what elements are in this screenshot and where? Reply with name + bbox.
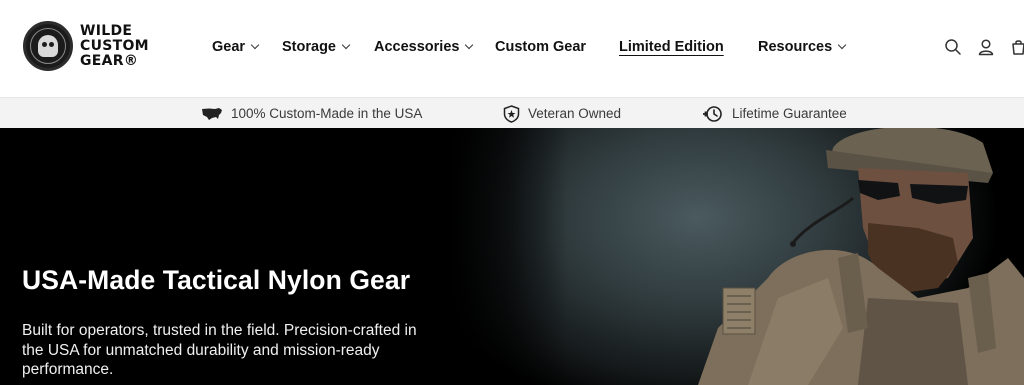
hero-banner: USA-Made Tactical Nylon Gear Built for o… xyxy=(0,128,1024,385)
chevron-down-icon xyxy=(837,40,847,50)
brand-name-line: CUSTOM xyxy=(80,37,149,54)
nav-item-accessories[interactable]: Accessories xyxy=(374,36,474,58)
nav-item-gear[interactable]: Gear xyxy=(212,36,260,58)
usp-item-guarantee: Lifetime Guarantee xyxy=(702,104,847,123)
nav-item-label: Storage xyxy=(282,39,336,55)
usp-bar: 100% Custom-Made in the USA Veteran Owne… xyxy=(0,97,1024,128)
lifetime-clock-icon xyxy=(703,105,722,122)
brand-name: WILDE CUSTOM GEAR® xyxy=(80,22,149,69)
star-shield-icon xyxy=(503,104,520,123)
nav-item-label: Resources xyxy=(758,39,833,55)
chevron-down-icon xyxy=(341,40,351,50)
nav-item-label: Accessories xyxy=(374,39,460,55)
hero-subtitle: Built for operators, trusted in the fiel… xyxy=(22,322,417,378)
soldier-in-tactical-gear-photo xyxy=(448,128,1024,385)
usp-item-usa: 100% Custom-Made in the USA xyxy=(201,104,422,123)
skull-badge-icon xyxy=(23,21,73,71)
site-header: WILDE CUSTOM GEAR® Gear Storage Accessor… xyxy=(0,0,1024,97)
brand-name-line: WILDE xyxy=(80,22,133,39)
hero-title: USA-Made Tactical Nylon Gear xyxy=(22,265,411,295)
usp-text: Veteran Owned xyxy=(528,106,622,121)
cart-icon[interactable] xyxy=(1010,38,1024,56)
chevron-down-icon xyxy=(250,40,260,50)
account-icon[interactable] xyxy=(977,38,995,56)
usp-item-veteran: Veteran Owned xyxy=(503,104,621,123)
nav-item-label: Custom Gear xyxy=(495,39,587,55)
nav-item-limited-edition[interactable]: Limited Edition xyxy=(619,36,724,58)
nav-item-custom-gear[interactable]: Custom Gear xyxy=(495,36,586,58)
brand-logo[interactable]: WILDE CUSTOM GEAR® xyxy=(23,21,149,71)
usa-map-icon xyxy=(202,107,222,120)
chevron-down-icon xyxy=(465,40,474,50)
usp-text: 100% Custom-Made in the USA xyxy=(231,106,423,121)
nav-item-label: Gear xyxy=(212,39,246,55)
search-icon[interactable] xyxy=(944,38,962,56)
brand-name-line: GEAR® xyxy=(80,52,139,69)
usp-text: Lifetime Guarantee xyxy=(732,106,847,121)
nav-item-resources[interactable]: Resources xyxy=(758,36,847,58)
nav-item-storage[interactable]: Storage xyxy=(282,36,351,58)
nav-item-label: Limited Edition xyxy=(619,39,724,55)
